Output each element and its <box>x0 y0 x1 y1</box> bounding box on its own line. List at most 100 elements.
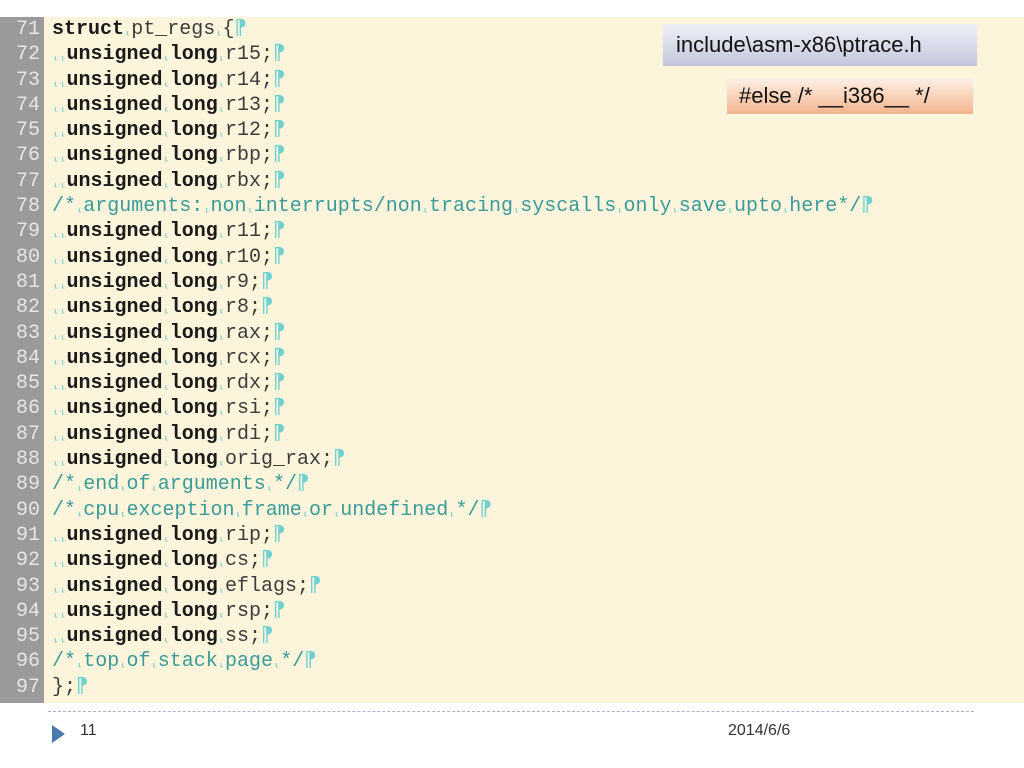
keyword-token: long <box>169 119 218 143</box>
keyword-token: long <box>169 68 218 92</box>
whitespace-marker-icon: ⸤ <box>162 454 170 469</box>
whitespace-marker-icon: ⸤⸤ <box>52 251 67 266</box>
whitespace-marker-icon: ⸤ <box>726 201 735 216</box>
whitespace-marker-icon: ⸤⸤ <box>52 403 67 418</box>
comment-token: non <box>210 195 247 219</box>
whitespace-marker-icon: ⸤⸤ <box>52 605 67 620</box>
keyword-token: unsigned <box>66 220 163 244</box>
code-line: 75 ⸤⸤unsigned⸤long⸤r12;⁋ <box>0 118 1024 143</box>
keyword-token: unsigned <box>66 448 163 472</box>
line-number: 85 <box>15 372 40 396</box>
keyword-token: unsigned <box>66 599 163 623</box>
line-number: 78 <box>15 195 40 219</box>
code-line: 94 ⸤⸤unsigned⸤long⸤rsp;⁋ <box>0 599 1024 624</box>
code-line: 84 ⸤⸤unsigned⸤long⸤rcx;⁋ <box>0 346 1024 371</box>
code-text: ⸤⸤unsigned⸤long⸤r11;⁋ <box>52 219 285 246</box>
comment-token: upto <box>734 195 783 219</box>
keyword-token: unsigned <box>66 321 163 345</box>
file-path-callout: include\asm-x86\ptrace.h <box>663 24 977 66</box>
keyword-token: long <box>169 43 218 67</box>
comment-token: /* <box>52 195 77 219</box>
whitespace-marker-icon: ⸤ <box>162 555 170 570</box>
whitespace-marker-icon: ⸤ <box>162 49 170 64</box>
end-of-line-marker-icon: ⁋ <box>861 195 874 219</box>
code-token: r11; <box>224 220 273 244</box>
code-line: 87 ⸤⸤unsigned⸤long⸤rdi;⁋ <box>0 422 1024 447</box>
whitespace-marker-icon: ⸤⸤ <box>52 226 67 241</box>
comment-token: tracing <box>429 195 514 219</box>
whitespace-marker-icon: ⸤ <box>265 479 274 494</box>
code-text: ⸤⸤unsigned⸤long⸤r14;⁋ <box>52 68 285 95</box>
whitespace-marker-icon: ⸤ <box>217 631 225 646</box>
keyword-token: unsigned <box>66 43 163 67</box>
code-token: rip; <box>224 523 273 547</box>
code-text: ⸤⸤unsigned⸤long⸤rax;⁋ <box>52 321 285 348</box>
code-text: ⸤⸤unsigned⸤long⸤ss;⁋ <box>52 624 273 651</box>
whitespace-marker-icon: ⸤ <box>119 656 127 671</box>
whitespace-marker-icon: ⸤ <box>162 302 170 317</box>
code-text: ⸤⸤unsigned⸤long⸤cs;⁋ <box>52 548 273 575</box>
code-text: ⸤⸤unsigned⸤long⸤eflags;⁋ <box>52 574 321 601</box>
keyword-token: struct <box>52 18 125 41</box>
line-number: 79 <box>15 220 40 244</box>
keyword-token: long <box>169 321 218 345</box>
whitespace-marker-icon: ⸤ <box>616 201 624 216</box>
line-number: 89 <box>15 473 40 497</box>
code-token: cs; <box>224 549 261 573</box>
whitespace-marker-icon: ⸤ <box>162 150 170 165</box>
whitespace-marker-icon: ⸤ <box>217 125 225 140</box>
whitespace-marker-icon: ⸤⸤ <box>52 352 67 367</box>
code-text: /*⸤top⸤of⸤stack⸤page⸤*/⁋ <box>52 649 316 676</box>
code-text: ⸤⸤unsigned⸤long⸤r10;⁋ <box>52 245 285 272</box>
keyword-token: unsigned <box>66 372 163 396</box>
whitespace-marker-icon: ⸤ <box>671 201 679 216</box>
line-number: 96 <box>15 650 40 674</box>
line-number: 87 <box>15 422 40 446</box>
line-number: 71 <box>15 18 40 41</box>
line-number: 83 <box>15 321 40 345</box>
end-of-line-marker-icon: ⁋ <box>297 473 310 497</box>
line-number: 94 <box>15 599 40 623</box>
code-token: }; <box>52 675 77 699</box>
comment-token: undefined <box>340 498 449 522</box>
whitespace-marker-icon: ⸤ <box>217 605 225 620</box>
code-line: 93 ⸤⸤unsigned⸤long⸤eflags;⁋ <box>0 574 1024 599</box>
end-of-line-marker-icon: ⁋ <box>332 448 346 472</box>
code-token: r12; <box>224 119 273 143</box>
whitespace-marker-icon: ⸤ <box>162 631 170 646</box>
whitespace-marker-icon: ⸤ <box>150 479 158 494</box>
whitespace-marker-icon: ⸤ <box>162 226 170 241</box>
end-of-line-marker-icon: ⁋ <box>260 625 274 649</box>
line-number: 97 <box>15 675 40 699</box>
line-number: 76 <box>15 144 40 168</box>
code-text: ⸤⸤unsigned⸤long⸤rcx;⁋ <box>52 346 285 373</box>
line-number: 75 <box>15 119 40 143</box>
code-line: 85 ⸤⸤unsigned⸤long⸤rdx;⁋ <box>0 371 1024 396</box>
whitespace-marker-icon: ⸤ <box>217 580 225 595</box>
whitespace-marker-icon: ⸤ <box>217 352 225 367</box>
code-token: eflags; <box>224 574 309 598</box>
keyword-token: long <box>169 270 218 294</box>
code-line: 78/*⸤arguments:⸤non⸤interrupts/non⸤traci… <box>0 194 1024 219</box>
whitespace-marker-icon: ⸤ <box>162 251 170 266</box>
code-token: r8; <box>224 296 261 320</box>
keyword-token: long <box>169 93 218 117</box>
keyword-token: long <box>169 625 218 649</box>
code-line: 90/*⸤cpu⸤exception⸤frame⸤or⸤undefined⸤*/… <box>0 498 1024 523</box>
whitespace-marker-icon: ⸤ <box>162 352 170 367</box>
code-token: r15; <box>224 43 273 67</box>
whitespace-marker-icon: ⸤ <box>162 175 170 190</box>
whitespace-marker-icon: ⸤ <box>217 49 225 64</box>
code-token: ss; <box>224 625 261 649</box>
line-number: 86 <box>15 397 40 421</box>
whitespace-marker-icon: ⸤ <box>217 251 225 266</box>
end-of-line-marker-icon: ⁋ <box>308 574 322 598</box>
keyword-token: unsigned <box>66 346 163 370</box>
line-number: 82 <box>15 296 40 320</box>
keyword-token: unsigned <box>66 296 163 320</box>
code-text: };⁋ <box>52 675 88 700</box>
code-line: 95 ⸤⸤unsigned⸤long⸤ss;⁋ <box>0 624 1024 649</box>
code-text: ⸤⸤unsigned⸤long⸤rip;⁋ <box>52 523 285 550</box>
whitespace-marker-icon: ⸤ <box>162 529 170 544</box>
code-text: /*⸤end⸤of⸤arguments⸤*/⁋ <box>52 472 309 499</box>
